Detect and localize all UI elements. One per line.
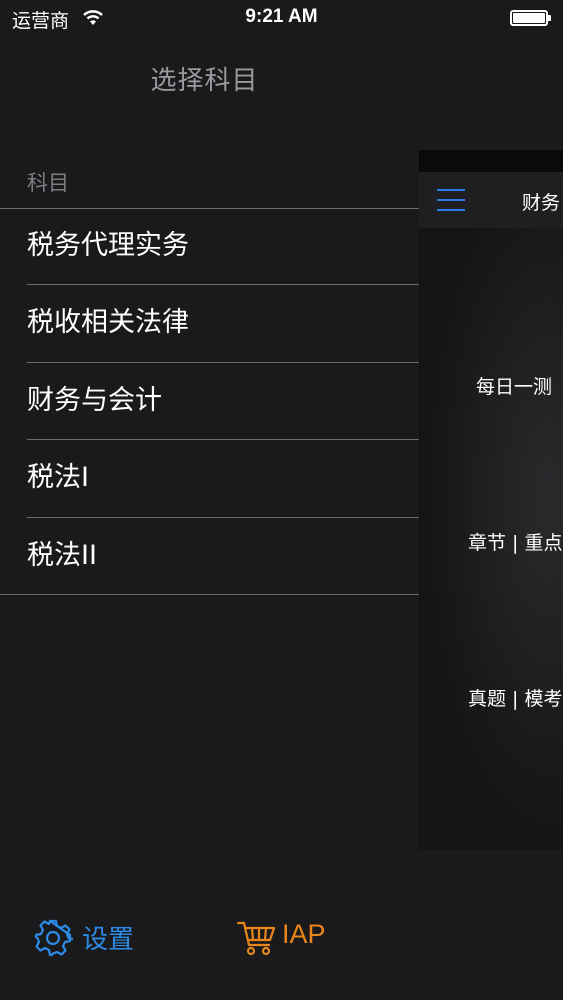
gear-icon <box>34 919 73 957</box>
chapter-keypoints-button[interactable]: 章节 | 重点 <box>468 528 562 555</box>
preview-nav-title: 财务 <box>522 192 561 214</box>
section-header-subjects: 科目 <box>27 171 69 195</box>
subject-item-tax-agency-practice[interactable]: 税务代理实务 <box>27 208 407 284</box>
status-time: 9:21 AM <box>245 6 318 27</box>
main-view-preview[interactable]: 财务 每日一测 章节 | 重点 真题 | 模考 <box>419 150 563 850</box>
status-bar: 运营商 9:21 AM <box>0 0 563 38</box>
page-title: 选择科目 <box>150 66 259 96</box>
past-exam-mock-button[interactable]: 真题 | 模考 <box>468 684 562 711</box>
subject-item-finance-accounting[interactable]: 财务与会计 <box>27 363 407 439</box>
cart-icon <box>236 921 276 956</box>
subject-item-tax-law-2[interactable]: 税法II <box>27 518 407 594</box>
divider <box>0 594 419 595</box>
hamburger-icon[interactable] <box>437 187 465 213</box>
settings-label: 设置 <box>82 925 135 955</box>
subject-item-tax-law-1[interactable]: 税法I <box>27 440 407 516</box>
daily-test-button[interactable]: 每日一测 <box>476 372 552 399</box>
iap-label: IAP <box>282 919 326 949</box>
subject-item-tax-related-law[interactable]: 税收相关法律 <box>27 285 407 361</box>
battery-icon <box>510 10 551 26</box>
